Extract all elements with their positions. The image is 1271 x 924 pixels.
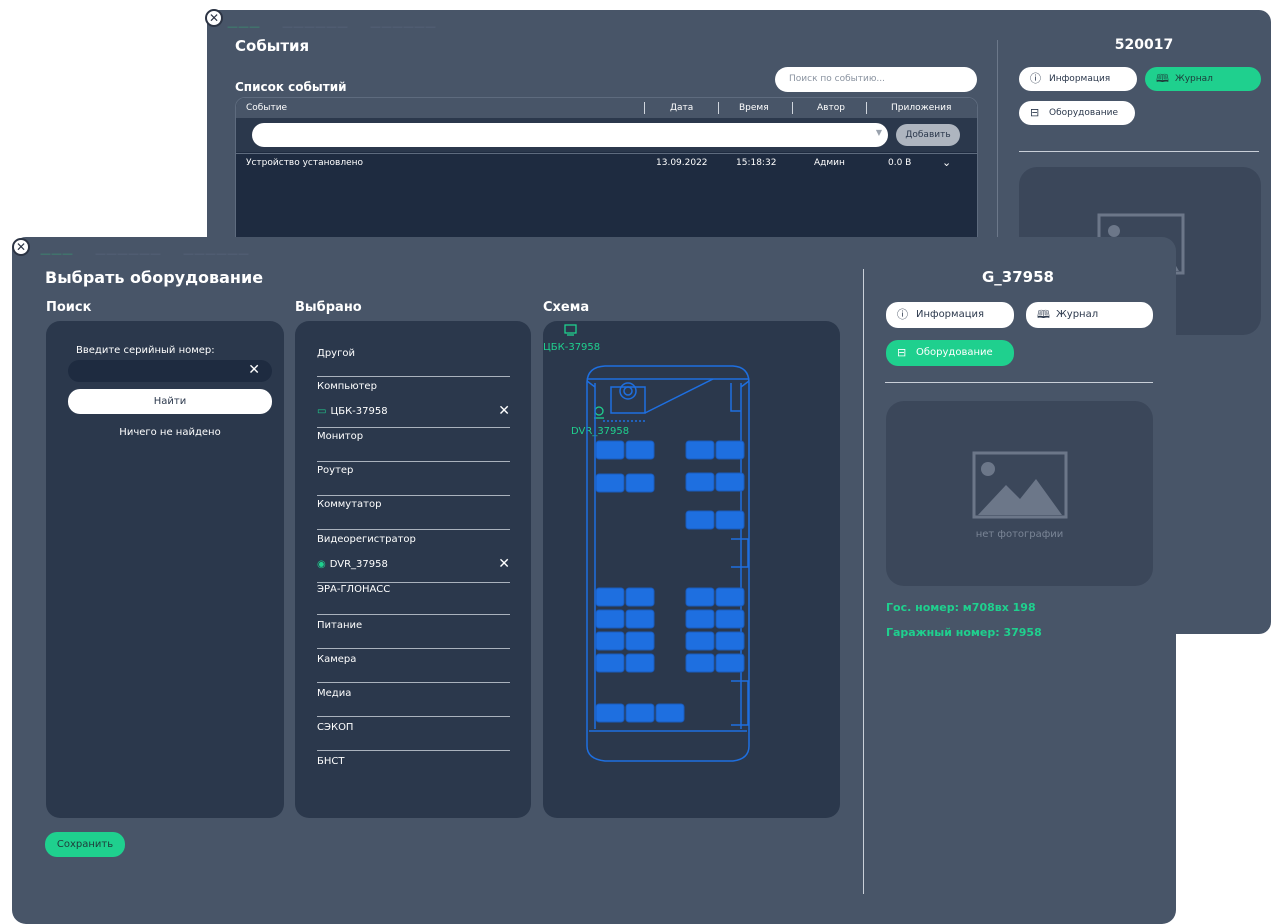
photo-placeholder: нет фотографии — [886, 401, 1153, 586]
equipment-button[interactable]: ⊟ Оборудование — [1019, 101, 1135, 125]
event-search-input[interactable]: Поиск по событию... — [775, 67, 977, 92]
selected-item-dvr: ◉ DVR_37958 — [317, 559, 388, 570]
computer-label: ЦБК-37958 — [543, 342, 600, 353]
row-author: Админ — [814, 158, 845, 168]
category-dvr: Видеорегистратор ◉ DVR_37958 ✕ — [317, 530, 510, 583]
events-filter-row: ▼ Добавить — [236, 118, 977, 152]
bus-seats — [595, 440, 745, 723]
search-column-title: Поиск — [46, 300, 92, 315]
category-era-glonass: ЭРА-ГЛОНАСС — [317, 583, 510, 615]
device-id: G_37958 — [982, 268, 1054, 286]
row-event: Устройство установлено — [246, 158, 364, 168]
computer-marker[interactable] — [564, 324, 577, 336]
col-attachments: Приложения — [891, 103, 952, 113]
close-equipment-window-button[interactable]: ✕ — [12, 238, 30, 256]
monitor-icon: ▭ — [317, 406, 327, 417]
garage-number: Гаражный номер: 37958 — [886, 626, 1042, 639]
scheme-panel: ЦБК-37958 DVR_37958 — [543, 321, 840, 818]
bus-scheme: ЦБК-37958 DVR_37958 — [543, 324, 750, 762]
select-equipment-window: ——— —————— —————— Выбрать оборудование Пои… — [12, 237, 1176, 924]
category-media: Медиа — [317, 683, 510, 717]
dropdown-arrow-icon: ▼ — [875, 128, 882, 137]
window-title: Выбрать оборудование — [45, 268, 264, 287]
col-event: Событие — [246, 103, 288, 113]
chevron-down-icon[interactable]: ⌄ — [942, 156, 951, 169]
category-switch: Коммутатор — [317, 496, 510, 530]
divider — [1019, 151, 1259, 152]
info-button[interactable]: ⓘ Информация — [1019, 67, 1137, 91]
row-date: 13.09.2022 — [656, 158, 708, 168]
add-event-button[interactable]: Добавить — [896, 124, 960, 146]
serial-number-input[interactable]: ✕ — [68, 360, 272, 382]
image-placeholder-icon — [972, 451, 1068, 519]
background-tabs: ——— —————— —————— — [40, 247, 249, 260]
dvr-label: DVR_37958 — [571, 426, 629, 437]
no-photo-text: нет фотографии — [975, 529, 1064, 540]
book-icon: 🕮 — [1037, 308, 1050, 321]
selected-column-title: Выбрано — [295, 300, 362, 315]
book-icon: 🕮 — [1156, 72, 1169, 85]
category-other: Другой — [317, 341, 510, 377]
info-button[interactable]: ⓘ Информация — [886, 302, 1014, 328]
col-author: Автор — [817, 103, 845, 113]
equipment-button[interactable]: ⊟ Оборудование — [886, 340, 1014, 366]
equipment-icon: ⊟ — [897, 346, 907, 359]
info-icon: ⓘ — [1030, 72, 1041, 85]
info-icon: ⓘ — [897, 308, 908, 321]
event-type-select[interactable]: ▼ — [252, 123, 888, 147]
divider — [863, 269, 864, 894]
table-row[interactable]: Устройство установлено 13.09.2022 15:18:… — [236, 153, 977, 173]
clear-icon[interactable]: ✕ — [248, 362, 260, 378]
category-monitor: Монитор — [317, 428, 510, 462]
selected-panel: Другой Компьютер ▭ ЦБК-37958 ✕ Монитор Ро… — [295, 321, 531, 818]
events-table: Событие Дата Время Автор Приложения ▼ До… — [235, 97, 978, 257]
category-computer: Компьютер ▭ ЦБК-37958 ✕ — [317, 377, 510, 428]
not-found-text: Ничего не найдено — [119, 427, 221, 438]
serial-label: Введите серийный номер: — [76, 345, 215, 356]
remove-item-button[interactable]: ✕ — [498, 556, 510, 572]
journal-button[interactable]: 🕮 Журнал — [1145, 67, 1261, 91]
selected-item-computer: ▭ ЦБК-37958 — [317, 406, 388, 417]
category-power: Питание — [317, 615, 510, 649]
find-button[interactable]: Найти — [68, 389, 272, 414]
row-attachments: 0.0 B — [888, 158, 912, 168]
category-bnst: БНСТ — [317, 756, 345, 767]
events-list-title: Список событий — [235, 80, 347, 94]
remove-item-button[interactable]: ✕ — [498, 403, 510, 419]
category-sekop: СЭКОП — [317, 717, 510, 751]
category-router: Роутер — [317, 462, 510, 496]
equipment-icon: ⊟ — [1030, 106, 1040, 119]
events-title: События — [235, 37, 310, 55]
col-date: Дата — [670, 103, 694, 113]
events-table-header: Событие Дата Время Автор Приложения — [236, 98, 977, 118]
close-events-window-button[interactable]: ✕ — [205, 9, 223, 27]
category-camera: Камера — [317, 649, 510, 683]
gos-number: Гос. номер: м708вх 198 — [886, 601, 1036, 614]
col-time: Время — [739, 103, 769, 113]
background-tabs: ——— —————— —————— — [227, 20, 436, 33]
camera-icon: ◉ — [317, 559, 326, 570]
journal-button[interactable]: 🕮 Журнал — [1026, 302, 1153, 328]
row-time: 15:18:32 — [736, 158, 777, 168]
device-id: 520017 — [1114, 37, 1174, 53]
divider — [885, 382, 1153, 383]
scheme-column-title: Схема — [543, 300, 590, 315]
save-button[interactable]: Сохранить — [45, 832, 125, 857]
search-panel: Введите серийный номер: ✕ Найти Ничего н… — [46, 321, 284, 818]
